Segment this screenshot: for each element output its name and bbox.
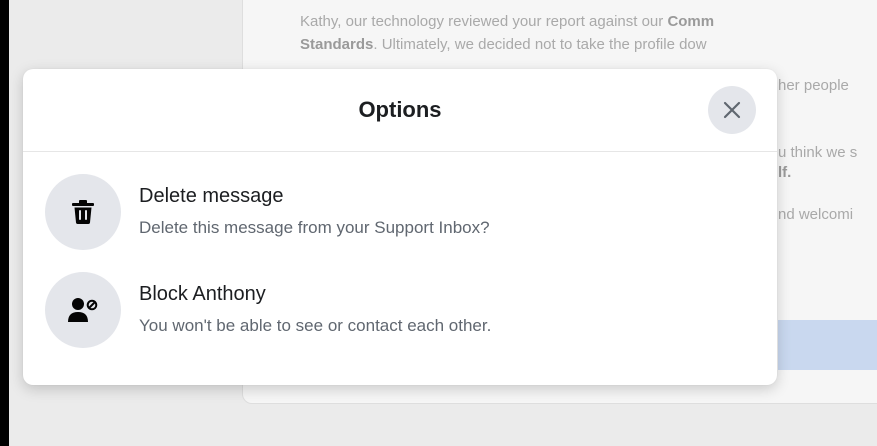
background-message-line: her people	[778, 77, 849, 94]
block-user-option[interactable]: Block Anthony You won't be able to see o…	[23, 265, 777, 361]
background-message-line: nd welcomi	[778, 206, 854, 223]
delete-option-title: Delete message	[139, 185, 284, 207]
modal-header: Options	[23, 69, 777, 152]
block-option-subtitle: You won't be able to see or contact each…	[139, 316, 492, 335]
block-icon-circle	[45, 272, 121, 348]
background-message-line: u think we s	[778, 144, 858, 161]
block-user-icon	[68, 298, 98, 322]
background-message-line: lf.	[778, 164, 792, 181]
background-message-line: Standards. Ultimately, we decided not to…	[300, 36, 707, 53]
background-action-button	[778, 320, 877, 370]
trash-icon	[72, 200, 94, 224]
close-icon	[723, 101, 741, 119]
background-message-line: Kathy, our technology reviewed your repo…	[300, 13, 715, 30]
delete-option-subtitle: Delete this message from your Support In…	[139, 218, 490, 237]
options-modal: Options Delete message Delete this messa…	[23, 69, 777, 385]
close-button[interactable]	[708, 86, 756, 134]
delete-icon-circle	[45, 174, 121, 250]
modal-title: Options	[358, 97, 442, 122]
block-option-title: Block Anthony	[139, 283, 266, 305]
delete-message-option[interactable]: Delete message Delete this message from …	[23, 167, 777, 263]
